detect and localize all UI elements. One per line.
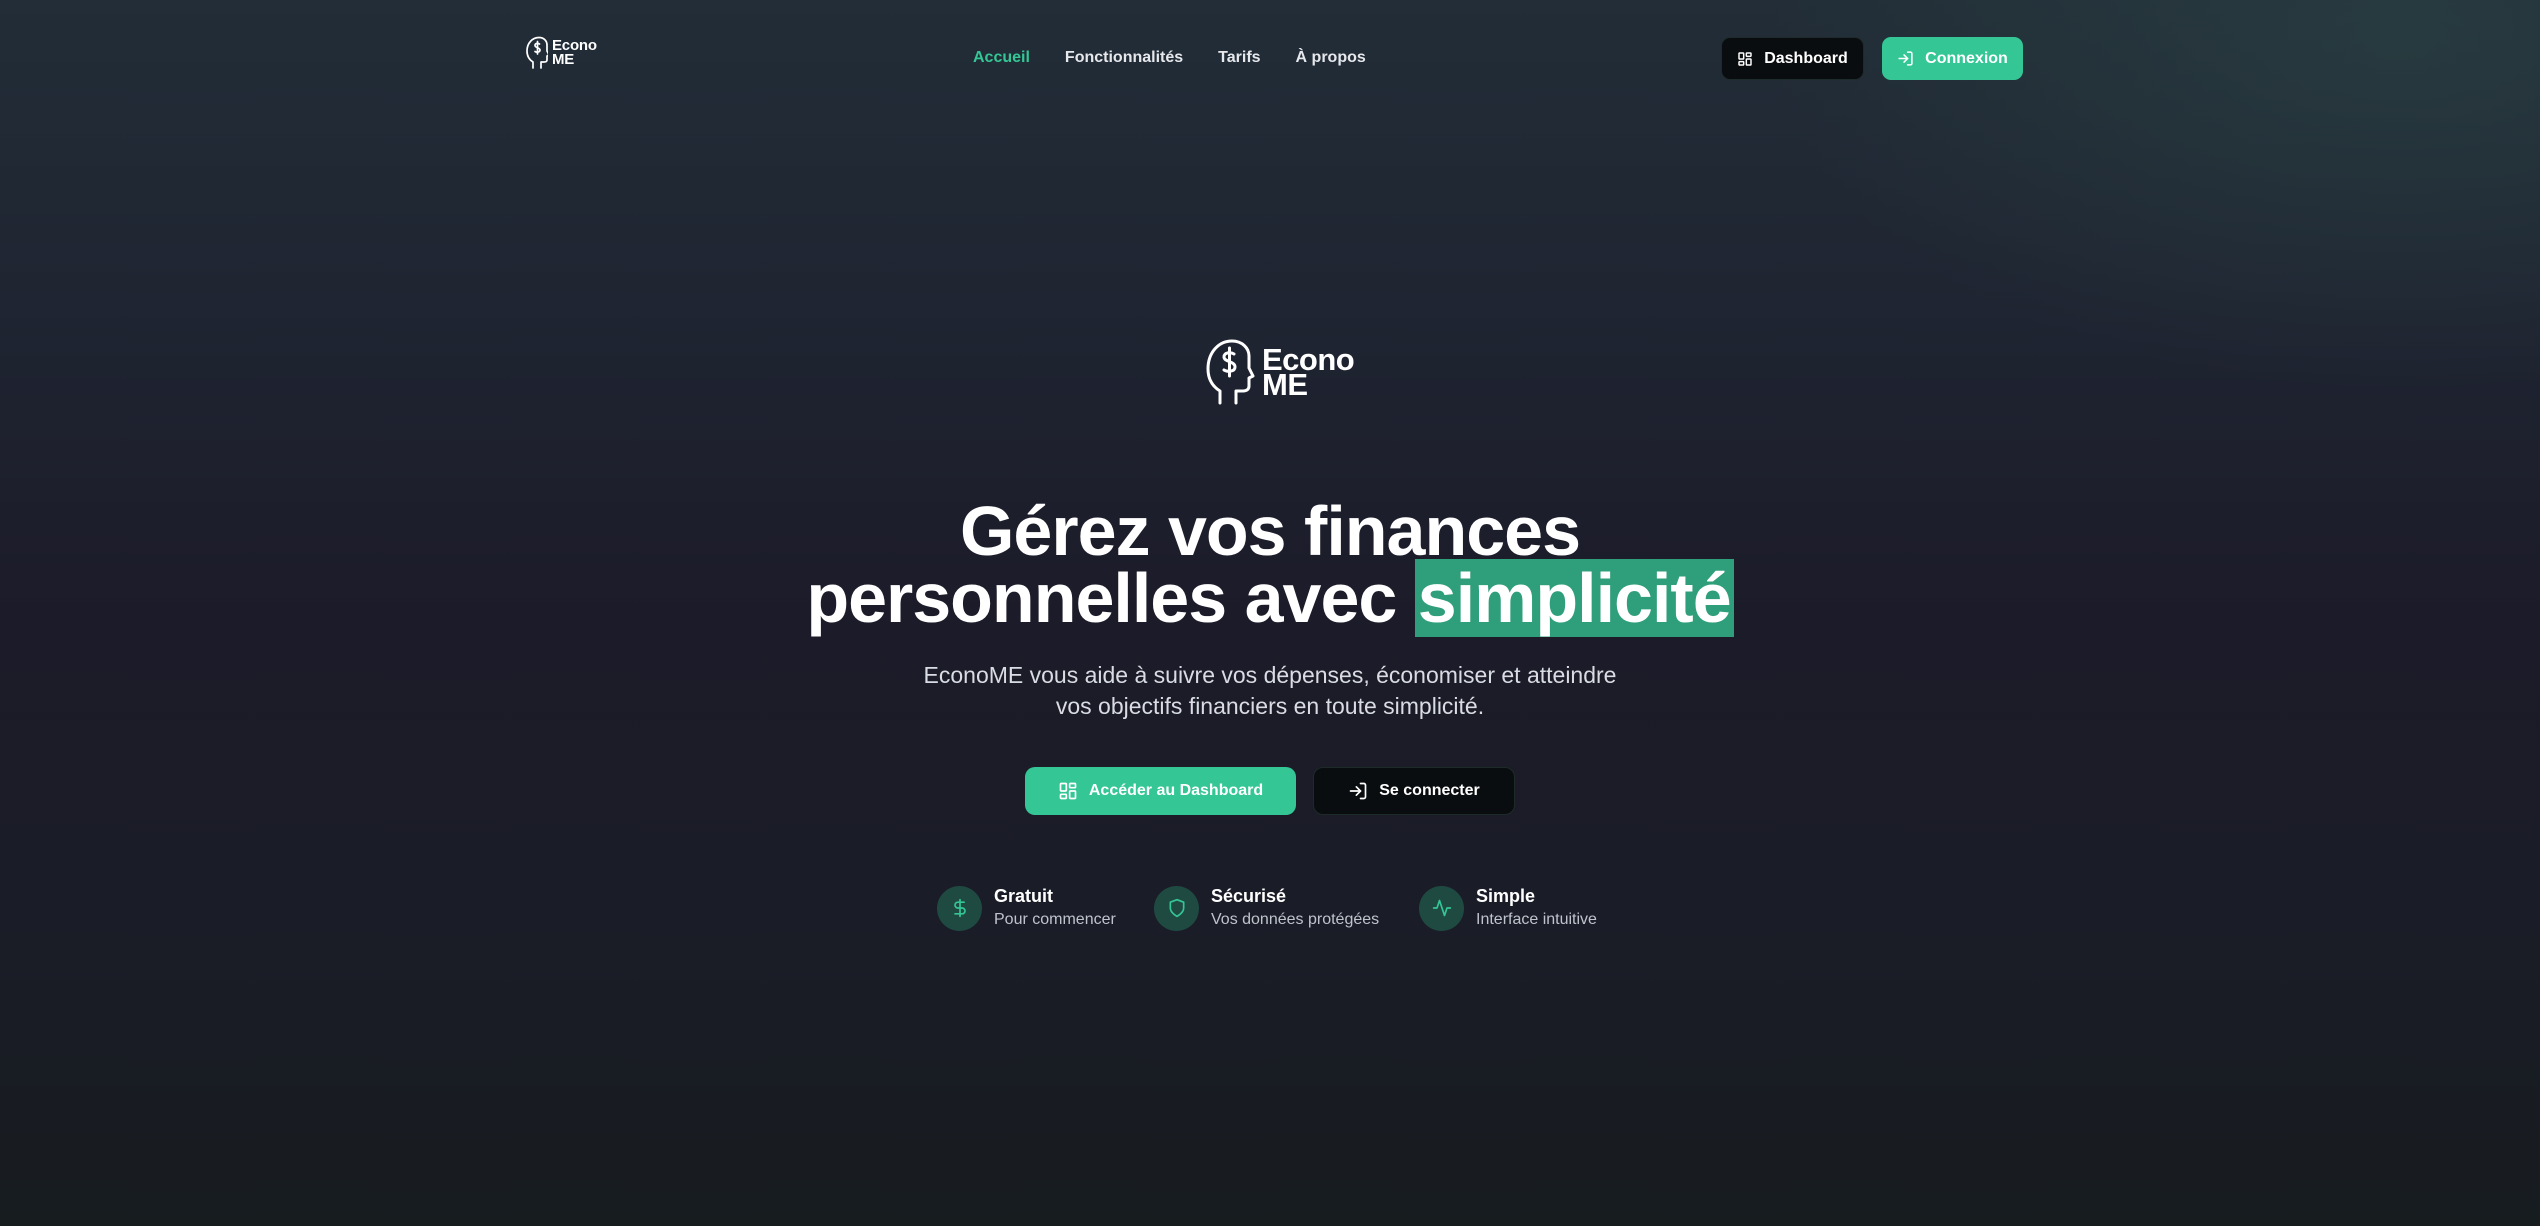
nav-link-a-propos[interactable]: À propos bbox=[1296, 48, 1366, 68]
feature-description: Vos données protégées bbox=[1211, 911, 1380, 928]
dollar-icon bbox=[953, 898, 966, 918]
log-in-icon bbox=[1897, 50, 1914, 67]
activity-icon bbox=[1432, 899, 1451, 917]
top-navigation: Econo ME Accueil Fonctionnalités Tarifs … bbox=[0, 0, 2540, 116]
hero-headline: Gérez vos finances personnelles avec sim… bbox=[0, 492, 2540, 637]
brand-name-line2: ME bbox=[552, 51, 575, 68]
access-dashboard-button[interactable]: Accéder au Dashboard bbox=[1025, 767, 1296, 815]
feature-description: Interface intuitive bbox=[1476, 911, 1597, 928]
hero-subtitle: EconoME vous aide à suivre vos dépenses,… bbox=[0, 660, 2540, 722]
brand-logo-link[interactable]: Econo ME bbox=[526, 36, 597, 70]
log-in-icon bbox=[1348, 781, 1368, 801]
shield-icon bbox=[1169, 898, 1184, 918]
feature-securise: Sécurisé Vos données protégées bbox=[1154, 885, 1379, 931]
nav-links: Accueil Fonctionnalités Tarifs À propos bbox=[973, 48, 1366, 68]
hero-logo: Econo ME bbox=[1204, 338, 1355, 406]
access-dashboard-label: Accéder au Dashboard bbox=[1088, 782, 1264, 799]
feature-icon-circle bbox=[1419, 885, 1464, 931]
feature-gratuit: Gratuit Pour commencer bbox=[937, 885, 1116, 931]
nav-link-tarifs[interactable]: Tarifs bbox=[1218, 48, 1260, 68]
connect-button[interactable]: Se connecter bbox=[1313, 767, 1515, 815]
feature-title: Sécurisé bbox=[1211, 886, 1287, 906]
hero-brand-wordmark: Econo ME bbox=[1262, 344, 1355, 400]
brand-wordmark: Econo ME bbox=[552, 38, 597, 68]
feature-title: Simple bbox=[1476, 886, 1536, 906]
dashboard-button-label: Dashboard bbox=[1764, 49, 1848, 67]
headline-line-1: Gérez vos finances bbox=[959, 492, 1581, 570]
headline-line-2: personnelles avec simplicité bbox=[0, 559, 2540, 637]
head-dollar-logo-icon bbox=[526, 36, 548, 69]
feature-icon-circle bbox=[937, 885, 982, 931]
head-dollar-logo-icon bbox=[1206, 339, 1255, 405]
login-button-label: Connexion bbox=[1925, 49, 2008, 67]
login-button[interactable]: Connexion bbox=[1882, 37, 2023, 80]
connect-button-label: Se connecter bbox=[1379, 782, 1480, 799]
feature-icon-circle bbox=[1154, 885, 1199, 931]
feature-simple: Simple Interface intuitive bbox=[1419, 885, 1597, 931]
subtitle-line-2: vos objectifs financiers en toute simpli… bbox=[1055, 693, 1485, 719]
nav-link-fonctionnalites[interactable]: Fonctionnalités bbox=[1065, 48, 1183, 68]
headline-highlight: simplicité bbox=[1414, 559, 1734, 637]
feature-description: Pour commencer bbox=[994, 911, 1116, 928]
nav-link-accueil[interactable]: Accueil bbox=[973, 48, 1030, 68]
headline-line-2-prefix: personnelles avec bbox=[806, 559, 1397, 637]
subtitle-line-1: EconoME vous aide à suivre vos dépenses,… bbox=[923, 662, 1617, 688]
feature-title: Gratuit bbox=[994, 886, 1054, 906]
grid-icon bbox=[1737, 51, 1753, 67]
dashboard-button[interactable]: Dashboard bbox=[1721, 37, 1864, 80]
grid-icon bbox=[1058, 781, 1078, 801]
